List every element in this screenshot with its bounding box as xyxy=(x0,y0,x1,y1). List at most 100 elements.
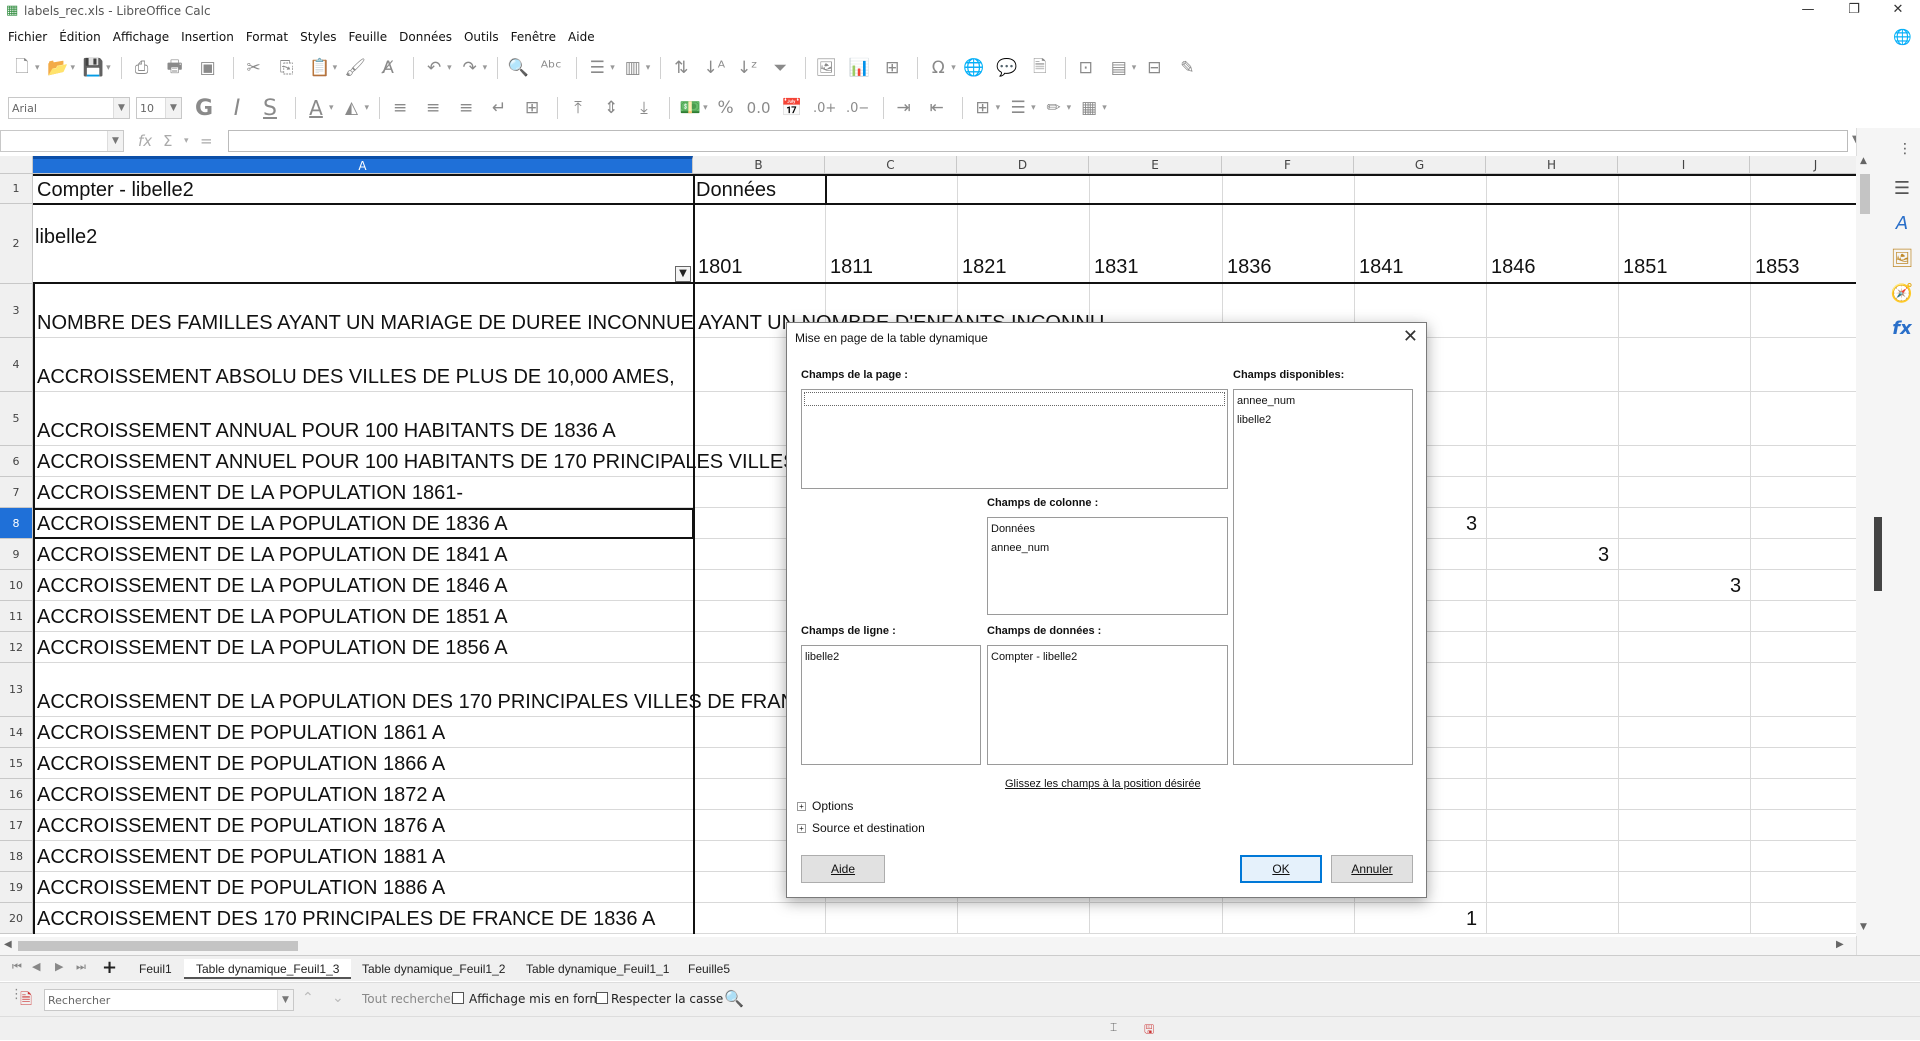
add-decimal-icon[interactable]: .0+ xyxy=(811,94,839,122)
close-window-icon[interactable]: ✕ xyxy=(1878,2,1918,22)
source-destination-expander[interactable]: + Source et destination xyxy=(797,821,925,835)
row-label-cell[interactable]: ACCROISSEMENT DE POPULATION 1866 A xyxy=(37,753,445,776)
help-button[interactable]: Aide xyxy=(801,855,885,883)
row-header-14[interactable]: 14 xyxy=(0,717,33,748)
row-label-cell[interactable]: ACCROISSEMENT DE LA POPULATION DES 170 P… xyxy=(37,691,823,714)
row-label-cell[interactable]: ACCROISSEMENT ANNUAL POUR 100 HABITANTS … xyxy=(37,420,616,443)
menu-styles[interactable]: Styles xyxy=(298,30,346,44)
chevron-down-icon[interactable]: ▾ xyxy=(1067,103,1072,113)
column-icon[interactable]: ▥ xyxy=(619,54,647,82)
pivot-row-field-cell[interactable]: libelle2 xyxy=(35,226,97,249)
row-label-cell[interactable]: ACCROISSEMENT DE POPULATION 1881 A xyxy=(37,846,445,869)
chart-icon[interactable]: 📊 xyxy=(845,54,873,82)
count-value-cell[interactable]: 3 xyxy=(1730,575,1741,598)
row-header-17[interactable]: 17 xyxy=(0,810,33,841)
count-value-cell[interactable]: 3 xyxy=(1466,513,1477,536)
special-character-icon[interactable]: Ω xyxy=(924,54,952,82)
number-format-icon[interactable]: 0.0 xyxy=(745,94,773,122)
properties-icon[interactable]: ☰ xyxy=(1887,173,1917,203)
row-header-11[interactable]: 11 xyxy=(0,601,33,632)
clear-formatting-icon[interactable]: A̸ xyxy=(374,54,402,82)
chevron-down-icon[interactable]: ▾ xyxy=(996,103,1001,113)
row-label-cell[interactable]: ACCROISSEMENT DE LA POPULATION DE 1841 A xyxy=(37,544,508,567)
column-header-e[interactable]: E xyxy=(1089,156,1222,174)
row-header-3[interactable]: 3 xyxy=(0,284,33,338)
column-header-j[interactable]: J xyxy=(1750,156,1856,174)
row-header-6[interactable]: 6 xyxy=(0,446,33,477)
column-header-g[interactable]: G xyxy=(1354,156,1486,174)
horizontal-scrollbar[interactable]: ◀ ▶ xyxy=(0,937,1856,955)
row-label-cell[interactable]: ACCROISSEMENT DE POPULATION 1876 A xyxy=(37,815,445,838)
new-document-icon[interactable]: 🗋 xyxy=(8,54,36,82)
chevron-down-icon[interactable]: ▾ xyxy=(610,63,615,73)
chevron-down-icon[interactable]: ▾ xyxy=(646,63,651,73)
functions-icon[interactable]: fx xyxy=(1887,313,1917,343)
chevron-down-icon[interactable]: ▾ xyxy=(1102,103,1107,113)
gallery-icon[interactable]: 🖼 xyxy=(1887,243,1917,273)
delete-decimal-icon[interactable]: .0− xyxy=(844,94,872,122)
chevron-down-icon[interactable]: ▾ xyxy=(703,103,708,113)
chevron-down-icon[interactable]: ▾ xyxy=(447,63,452,73)
chevron-down-icon[interactable]: ▼ xyxy=(113,98,129,118)
row-label-cell[interactable]: ACCROISSEMENT DE POPULATION 1886 A xyxy=(37,877,445,900)
pivot-table-icon[interactable]: ⊞ xyxy=(878,54,906,82)
chevron-down-icon[interactable]: ▾ xyxy=(329,103,334,113)
scroll-up-icon[interactable]: ▲ xyxy=(1860,156,1867,166)
row-label-cell[interactable]: ACCROISSEMENT DE POPULATION 1872 A xyxy=(37,784,445,807)
sheet-tab-table-dynamique-feuil1-1[interactable]: Table dynamique_Feuil1_1 xyxy=(514,959,681,979)
column-fields-list[interactable]: Données annee_num xyxy=(987,517,1228,615)
export-pdf-icon[interactable]: ⎙ xyxy=(128,54,156,82)
redo-icon[interactable]: ↷ xyxy=(456,54,484,82)
scroll-down-icon[interactable]: ▼ xyxy=(1860,922,1867,932)
row-label-cell[interactable]: ACCROISSEMENT DE LA POPULATION DE 1856 A xyxy=(37,637,508,660)
row-header-1[interactable]: 1 xyxy=(0,174,33,204)
hyperlink-icon[interactable]: 🌐 xyxy=(960,54,988,82)
chevron-down-icon[interactable]: ▼ xyxy=(165,98,181,118)
menu-fichier[interactable]: Fichier xyxy=(6,30,57,44)
align-right-icon[interactable]: ≡ xyxy=(452,94,480,122)
row-header-15[interactable]: 15 xyxy=(0,748,33,779)
last-sheet-icon[interactable]: ⏭ xyxy=(76,960,86,974)
find-replace-dialog-icon[interactable]: 🔍 xyxy=(724,989,744,1008)
sheet-tab-table-dynamique-feuil1-2[interactable]: Table dynamique_Feuil1_2 xyxy=(350,959,517,979)
conditional-format-icon[interactable]: ▦ xyxy=(1075,94,1103,122)
sheet-tab-feuille5[interactable]: Feuille5 xyxy=(676,959,742,979)
column-header-b[interactable]: B xyxy=(693,156,825,174)
list-item[interactable]: libelle2 xyxy=(1236,411,1410,430)
row-header-12[interactable]: 12 xyxy=(0,632,33,663)
close-icon[interactable]: ✕ xyxy=(1403,326,1418,347)
font-color-icon[interactable]: A xyxy=(302,94,330,122)
align-left-icon[interactable]: ≡ xyxy=(386,94,414,122)
spelling-icon[interactable]: ᴬᵇᶜ xyxy=(537,54,565,82)
wrap-text-icon[interactable]: ↵ xyxy=(485,94,513,122)
print-icon[interactable]: 🖶 xyxy=(161,54,189,82)
row-label-cell[interactable]: ACCROISSEMENT ANNUEL POUR 100 HABITANTS … xyxy=(37,451,797,474)
menu-feuille[interactable]: Feuille xyxy=(347,30,398,44)
first-sheet-icon[interactable]: ⏮ xyxy=(12,960,22,974)
menu-insertion[interactable]: Insertion xyxy=(179,30,244,44)
autofilter-icon[interactable]: ⏷ xyxy=(766,54,794,82)
chevron-down-icon[interactable]: ▼ xyxy=(277,990,293,1010)
pivot-year-header-cell[interactable]: 1853 xyxy=(1755,256,1800,279)
italic-icon[interactable]: I xyxy=(223,94,251,122)
row-label-cell[interactable]: ACCROISSEMENT DE LA POPULATION DE 1851 A xyxy=(37,606,508,629)
pivot-year-header-cell[interactable]: 1821 xyxy=(962,256,1007,279)
print-preview-icon[interactable]: ▣ xyxy=(194,54,222,82)
headers-footers-icon[interactable]: 🗎 xyxy=(1026,54,1054,82)
chevron-down-icon[interactable]: ▾ xyxy=(71,63,76,73)
hscroll-thumb[interactable] xyxy=(18,941,298,951)
paste-icon[interactable]: 📋 xyxy=(306,54,334,82)
menu-donnees[interactable]: Données xyxy=(397,30,462,44)
column-header-i[interactable]: I xyxy=(1618,156,1750,174)
add-sheet-icon[interactable]: + xyxy=(102,957,117,978)
row-header-19[interactable]: 19 xyxy=(0,872,33,903)
open-folder-icon[interactable]: 📂 xyxy=(44,54,72,82)
underline-icon[interactable]: S xyxy=(256,94,284,122)
row-label-cell[interactable]: ACCROISSEMENT DES 170 PRINCIPALES DE FRA… xyxy=(37,908,655,931)
sidebar-collapse-handle[interactable] xyxy=(1874,517,1882,591)
show-draw-functions-icon[interactable]: ✎ xyxy=(1173,54,1201,82)
column-header-a[interactable]: A xyxy=(33,156,693,174)
row-label-cell[interactable]: ACCROISSEMENT DE LA POPULATION DE 1846 A xyxy=(37,575,508,598)
previous-sheet-icon[interactable]: ◀ xyxy=(32,960,40,973)
undo-icon[interactable]: ↶ xyxy=(420,54,448,82)
